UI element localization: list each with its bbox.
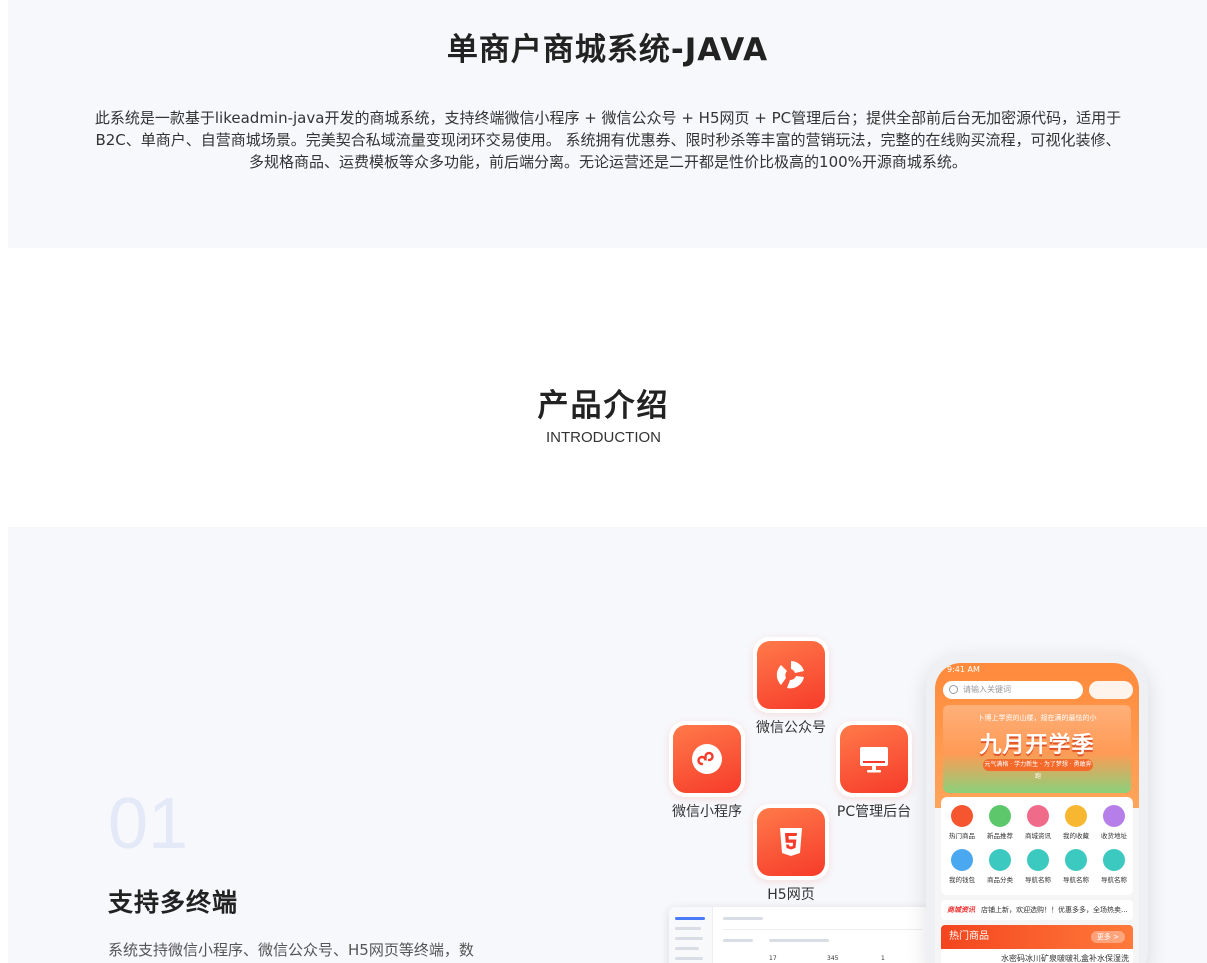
monitor-icon [836,721,912,797]
nav-item-label: 导航名称 [1063,876,1089,884]
news-tag: 商城资讯 [947,906,975,914]
hot-product-item[interactable]: 水密码冰川矿泉啵啵礼盒补水保湿洗 [941,949,1133,963]
nav-item[interactable]: 热门商品 [943,805,981,840]
hot-more-button[interactable]: 更多 > [1090,931,1125,943]
search-placeholder: 请输入关键词 [963,685,1011,694]
feature-number: 01 [108,784,189,864]
feature-title: 支持多终端 [108,888,239,917]
nav-item[interactable]: 我的收藏 [1057,805,1095,840]
search-icon [949,685,958,694]
nav-item[interactable]: 收货地址 [1095,805,1133,840]
terminal-label-h5: H5网页 [767,887,815,903]
nav-item[interactable]: 导航名称 [1095,849,1133,884]
news-text: 店铺上新，欢迎选购！！优惠多多，全场热卖... [981,906,1128,914]
feature-description: 系统支持微信小程序、微信公众号、H5网页等终端，数 [108,941,474,959]
hero-description: 此系统是一款基于likeadmin-java开发的商城系统，支持终端微信小程序 … [94,109,1122,171]
status-time: 9:41 AM [947,665,980,674]
nav-item[interactable]: 商品分类 [981,849,1019,884]
nav-item[interactable]: 我的钱包 [943,849,981,884]
nav-item[interactable]: 商城资讯 [1019,805,1057,840]
terminal-label-wechat-official: 微信公众号 [756,720,826,736]
nav-item-icon [1103,849,1125,871]
nav-grid: 热门商品 新品推荐 商城资讯 我的收藏 收货地址我的钱包 商品分类 导航名称 导航名称 导航名称 [941,797,1133,895]
nav-item-label: 我的收藏 [1063,832,1089,840]
page-title: 单商户商城系统-JAVA [446,32,769,68]
nav-item-icon [951,849,973,871]
nav-item-label: 收货地址 [1101,832,1127,840]
hot-products: 热门商品 更多 > 水密码冰川矿泉啵啵礼盒补水保湿洗 [941,925,1133,963]
phone-mockup: 9:41 AM 请输入关键词 卜博上学资的山楼，规在满的最怯的小 九月开学季 元… [926,654,1148,963]
nav-item-label: 商品分类 [987,876,1013,884]
admin-stat-2: 345 [827,955,839,962]
nav-item-icon [1065,805,1087,827]
nav-item-icon [1103,805,1125,827]
wechat-official-icon [753,637,829,713]
intro-subtitle: INTRODUCTION [546,429,661,446]
hot-products-header: 热门商品 更多 > [941,925,1133,949]
admin-stat-3: 1 [881,955,885,962]
nav-item-label: 新品推荐 [987,832,1013,840]
admin-preview: 17 345 1 [669,907,941,963]
nav-item-label: 导航名称 [1101,876,1127,884]
news-bar[interactable]: 商城资讯 店铺上新，欢迎选购！！优惠多多，全场热卖... [941,900,1133,920]
nav-item-label: 热门商品 [949,832,975,840]
nav-item-icon [951,805,973,827]
terminal-label-miniprogram: 微信小程序 [672,804,742,820]
nav-item-icon [1065,849,1087,871]
nav-item-icon [989,805,1011,827]
phone-screen: 9:41 AM 请输入关键词 卜博上学资的山楼，规在满的最怯的小 九月开学季 元… [935,663,1139,963]
admin-stat-1: 17 [769,955,777,962]
hero-section: 单商户商城系统-JAVA 此系统是一款基于likeadmin-java开发的商城… [8,0,1207,248]
capsule-menu-icon[interactable] [1089,681,1133,699]
nav-item[interactable]: 新品推荐 [981,805,1019,840]
nav-item-label: 导航名称 [1025,876,1051,884]
nav-item[interactable]: 导航名称 [1019,849,1057,884]
hot-products-title: 热门商品 [949,931,989,942]
intro-title: 产品介绍 [537,388,670,424]
terminal-label-pc: PC管理后台 [836,804,912,820]
feature-section: 01 支持多终端 系统支持微信小程序、微信公众号、H5网页等终端，数 微信公众号… [8,527,1207,963]
html5-icon [753,804,829,880]
nav-item-label: 商城资讯 [1025,832,1051,840]
banner-small-text: 卜博上学资的山楼，规在满的最怯的小 [977,714,1097,722]
miniprogram-icon [669,721,745,797]
banner-tag: 元气满格 · 学力新生 · 为了梦想 · 勇敢奔跑 [983,759,1093,780]
phone-search-input[interactable]: 请输入关键词 [943,681,1083,699]
intro-section: 产品介绍 INTRODUCTION [0,380,1207,446]
admin-sidebar [669,907,713,963]
nav-item-icon [1027,805,1049,827]
nav-item-icon [1027,849,1049,871]
nav-item[interactable]: 导航名称 [1057,849,1095,884]
promo-banner[interactable]: 卜博上学资的山楼，规在满的最怯的小 九月开学季 元气满格 · 学力新生 · 为了… [943,705,1131,793]
nav-item-icon [989,849,1011,871]
banner-title: 九月开学季 [979,733,1095,758]
nav-item-label: 我的钱包 [949,876,975,884]
